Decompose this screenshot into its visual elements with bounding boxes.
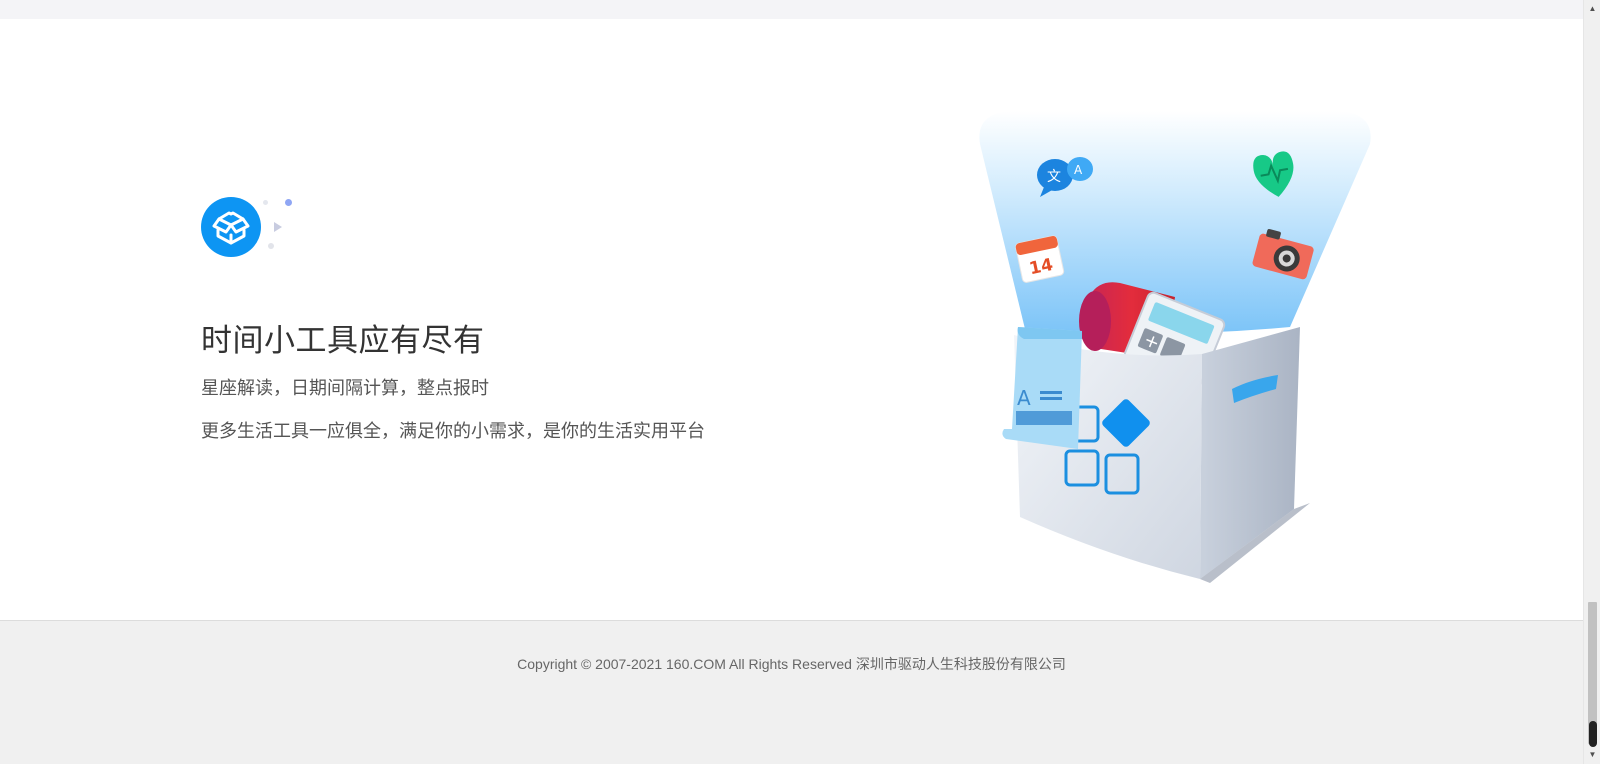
mouse-cursor-icon xyxy=(1589,721,1597,747)
svg-text:文: 文 xyxy=(1047,169,1061,185)
feature-description-1: 星座解读，日期间隔计算，整点报时 xyxy=(201,378,489,398)
svg-text:A: A xyxy=(1017,386,1031,410)
page-footer: Copyright © 2007-2021 160.COM All Rights… xyxy=(0,621,1583,764)
page: 时间小工具应有尽有 星座解读，日期间隔计算，整点报时 更多生活工具一应俱全，满足… xyxy=(0,0,1600,764)
vertical-scrollbar[interactable]: ▲ ▼ xyxy=(1583,0,1600,764)
scroll-down-icon[interactable]: ▼ xyxy=(1586,748,1599,762)
decor-dot xyxy=(268,243,274,249)
feature-logo xyxy=(201,197,301,267)
decor-dot xyxy=(263,200,268,205)
feature-section: 时间小工具应有尽有 星座解读，日期间隔计算，整点报时 更多生活工具一应俱全，满足… xyxy=(0,19,1583,621)
open-box-icon xyxy=(201,197,261,257)
scroll-up-icon[interactable]: ▲ xyxy=(1586,2,1599,16)
decor-dot xyxy=(285,199,292,206)
feature-description-2: 更多生活工具一应俱全，满足你的小需求，是你的生活实用平台 xyxy=(201,421,705,441)
svg-text:A: A xyxy=(1074,163,1083,177)
copyright-text: Copyright © 2007-2021 160.COM All Rights… xyxy=(517,656,1066,672)
previous-section-edge xyxy=(0,0,1583,19)
feature-title: 时间小工具应有尽有 xyxy=(201,323,485,358)
calendar-icon: 14 xyxy=(1015,235,1065,283)
decor-triangle xyxy=(274,222,282,232)
toolbox-illustration: + A 文 A 14 xyxy=(979,111,1371,583)
